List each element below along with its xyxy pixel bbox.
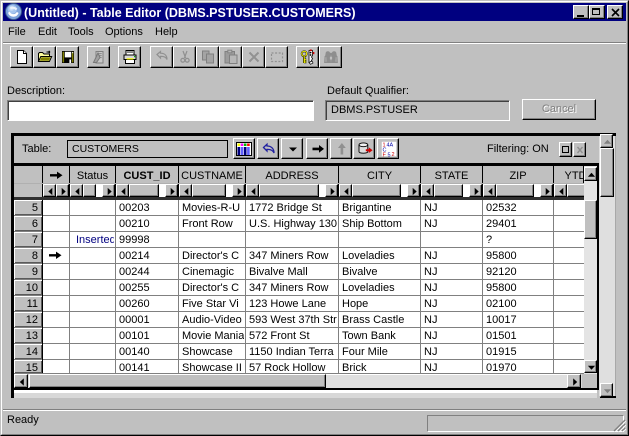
- svg-text:4A: 4A: [387, 143, 394, 149]
- svg-text:2: 2: [392, 152, 395, 157]
- svg-text:5: 5: [388, 152, 391, 157]
